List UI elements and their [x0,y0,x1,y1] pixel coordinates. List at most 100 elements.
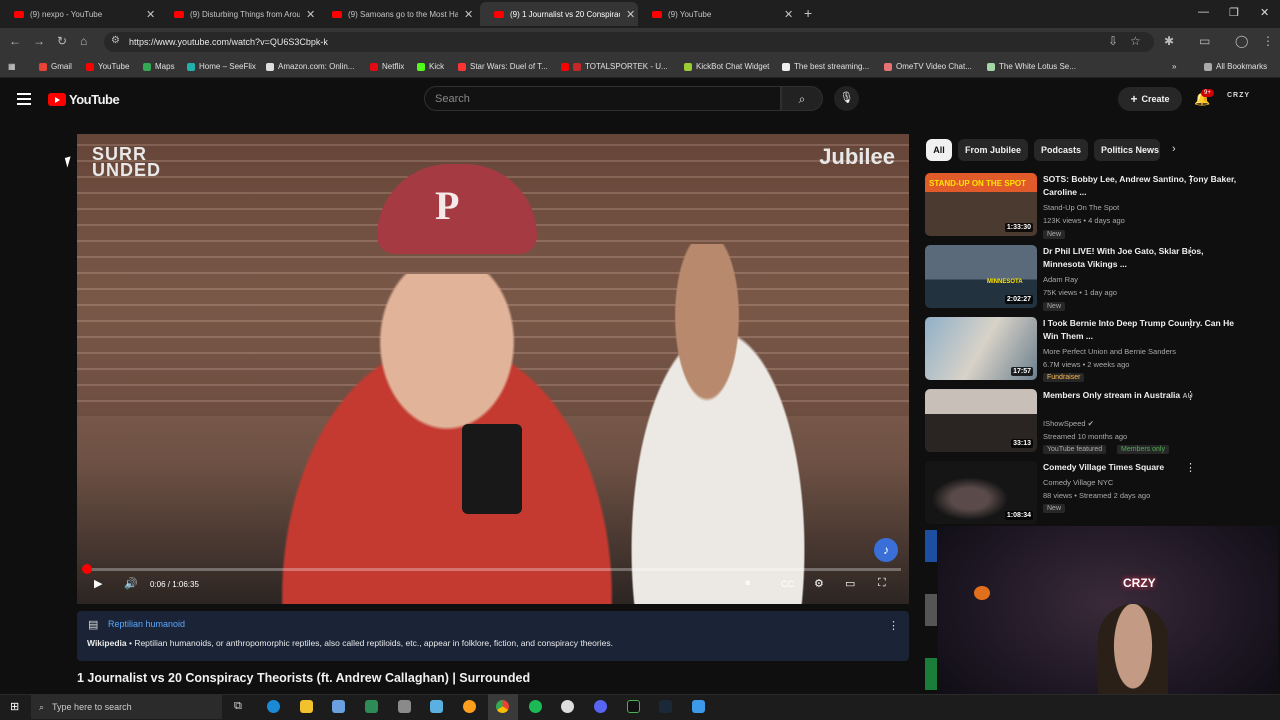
chip-all[interactable]: All [926,139,952,161]
site-info-icon[interactable]: ⚙ [111,35,120,46]
more-bookmarks-icon[interactable]: » [1172,62,1176,71]
video-thumbnail[interactable]: MINNESOTA 2:02:27 [925,245,1037,308]
bookmark-item[interactable]: Netflix [370,62,404,71]
video-thumbnail[interactable]: 33:13 [925,389,1037,452]
reload-icon[interactable]: ↻ [57,34,67,48]
taskbar-search-input[interactable]: ⌕ Type here to search [31,695,222,719]
autoplay-toggle-icon[interactable]: ⏸ [745,577,751,590]
chip-politics-news[interactable]: Politics News [1094,139,1160,161]
more-actions-icon[interactable]: ⋮ [1185,317,1196,330]
jump-button-icon[interactable]: ♪ [874,538,898,562]
menu-kebab-icon[interactable]: ⋮ [1262,34,1274,48]
close-tab-icon[interactable]: ✕ [464,8,473,21]
browser-tab[interactable]: (9) Disturbing Things from Arou ✕ [160,2,318,26]
more-actions-icon[interactable]: ⋮ [1185,461,1196,474]
new-tab-icon[interactable]: + [804,5,812,21]
channel-name[interactable]: Stand-Up On The Spot [1043,203,1119,212]
more-actions-icon[interactable]: ⋮ [1185,389,1196,402]
browser-tab[interactable]: (9) Samoans go to the Most Ha ✕ [318,2,476,26]
scrubber-handle[interactable] [82,564,92,574]
spotify-icon[interactable] [529,700,542,713]
taskbar-app-icon[interactable] [332,700,345,713]
install-app-icon[interactable]: ⇩ [1108,34,1118,48]
channel-name[interactable]: More Perfect Union and Bernie Sanders [1043,347,1176,356]
windows-start-icon[interactable]: ⊞ [10,700,19,713]
calculator-icon[interactable] [365,700,378,713]
profile-icon[interactable]: ◯ [1235,34,1248,48]
task-view-icon[interactable]: ⧉ [234,700,242,713]
bookmark-item[interactable]: Amazon.com: Onlin... [266,62,354,71]
url-text[interactable]: https://www.youtube.com/watch?v=QU6S3Cbp… [129,37,328,47]
chevron-right-icon[interactable]: › [1172,143,1176,155]
channel-name[interactable]: IShowSpeed ✔ [1043,419,1094,428]
volume-icon[interactable]: 🔊 [124,577,138,590]
bookmark-item[interactable]: YouTube [86,62,129,71]
bookmark-item[interactable]: OmeTV Video Chat... [884,62,972,71]
browser-tab-active[interactable]: (9) 1 Journalist vs 20 Conspirac ✕ [480,2,638,26]
bookmark-item[interactable]: Home – SeeFlix [187,62,256,71]
video-thumbnail[interactable]: 17:57 [925,317,1037,380]
bookmark-item[interactable]: Kick [417,62,444,71]
bookmark-item[interactable]: The White Lotus Se... [987,62,1076,71]
recommendation-item[interactable]: MINNESOTA 2:02:27 Dr Phil LIVE! With Joe … [925,245,1260,311]
taskbar-app-icon[interactable] [398,700,411,713]
bookmark-item[interactable]: TOTALSPORTEK - U... [561,62,668,71]
obs-icon[interactable] [561,700,574,713]
browser-tab[interactable]: (9) YouTube ✕ [638,2,798,26]
more-options-icon[interactable]: ⋮ [888,619,899,632]
youtube-logo[interactable]: YouTube [48,92,120,107]
steam-icon[interactable] [659,700,672,713]
chip-podcasts[interactable]: Podcasts [1034,139,1088,161]
apps-grid-icon[interactable]: ▦ [8,62,16,71]
recommendation-item[interactable]: 1:08:34 Comedy Village Times Square Come… [925,461,1260,527]
video-thumbnail[interactable]: STAND-UP ON THE SPOT 1:33:30 [925,173,1037,236]
bookmark-item[interactable]: Gmail [39,62,72,71]
create-button[interactable]: + Create [1118,87,1182,111]
close-tab-icon[interactable]: ✕ [306,8,315,21]
bookmark-star-icon[interactable]: ☆ [1130,34,1141,48]
fullscreen-icon[interactable]: ⛶ [878,577,886,590]
search-button[interactable]: ⌕ [781,86,823,111]
close-tab-icon[interactable]: ✕ [146,8,155,21]
back-icon[interactable]: ← [9,34,21,48]
taskbar-app-icon[interactable] [692,700,705,713]
video-thumbnail[interactable]: 1:08:34 [925,461,1037,524]
voice-search-icon[interactable]: 🎙 [834,86,859,111]
play-icon[interactable]: ▶ [94,577,102,590]
more-actions-icon[interactable]: ⋮ [1185,245,1196,258]
channel-name[interactable]: Comedy Village NYC [1043,478,1113,487]
discord-icon[interactable] [594,700,607,713]
captions-icon[interactable]: CC [781,579,794,589]
bookmark-item[interactable]: KickBot Chat Widget [684,62,769,71]
file-explorer-icon[interactable] [300,700,313,713]
hamburger-menu-icon[interactable] [17,93,31,108]
bookmark-item[interactable]: The best streaming... [782,62,869,71]
recommendation-item[interactable]: 17:57 I Took Bernie Into Deep Trump Coun… [925,317,1260,383]
forward-icon[interactable]: → [33,34,45,48]
close-tab-icon[interactable]: ✕ [626,8,635,21]
taskbar-app-icon[interactable] [627,700,640,713]
recommendation-title[interactable]: SOTS: Bobby Lee, Andrew Santino, Tony Ba… [1043,173,1243,199]
recommendation-item[interactable]: 33:13 Members Only stream in Australia A… [925,389,1260,455]
video-player[interactable]: P SURR UNDED Jubilee ♪ ▶ 🔊 0:06 / 1:06:3… [77,134,909,604]
all-bookmarks[interactable]: All Bookmarks [1204,62,1267,71]
browser-tab[interactable]: (9) nexpo - YouTube ✕ [0,2,160,26]
close-tab-icon[interactable]: ✕ [784,8,793,21]
taskbar-app-icon[interactable] [430,700,443,713]
recommendation-item[interactable]: STAND-UP ON THE SPOT 1:33:30 SOTS: Bobby … [925,173,1260,239]
home-icon[interactable]: ⌂ [80,34,87,48]
more-actions-icon[interactable]: ⋮ [1185,173,1196,186]
maximize-icon[interactable]: ❐ [1229,6,1239,19]
theater-mode-icon[interactable]: ▭ [845,577,855,590]
extensions-icon[interactable]: ✱ [1164,34,1174,48]
progress-bar[interactable] [85,568,901,571]
edge-icon[interactable] [267,700,280,713]
avatar[interactable]: CRZY [1227,92,1250,99]
recommendation-title[interactable]: Dr Phil LIVE! With Joe Gato, Sklar Bros,… [1043,245,1243,271]
bookmark-item[interactable]: Star Wars: Duel of T... [458,62,548,71]
chip-from-jubilee[interactable]: From Jubilee [958,139,1028,161]
taskbar-app-icon[interactable] [463,700,476,713]
recommendation-title[interactable]: Members Only stream in Australia AU [1043,389,1243,403]
recommendation-title[interactable]: Comedy Village Times Square [1043,461,1243,474]
channel-name[interactable]: Adam Ray [1043,275,1078,284]
